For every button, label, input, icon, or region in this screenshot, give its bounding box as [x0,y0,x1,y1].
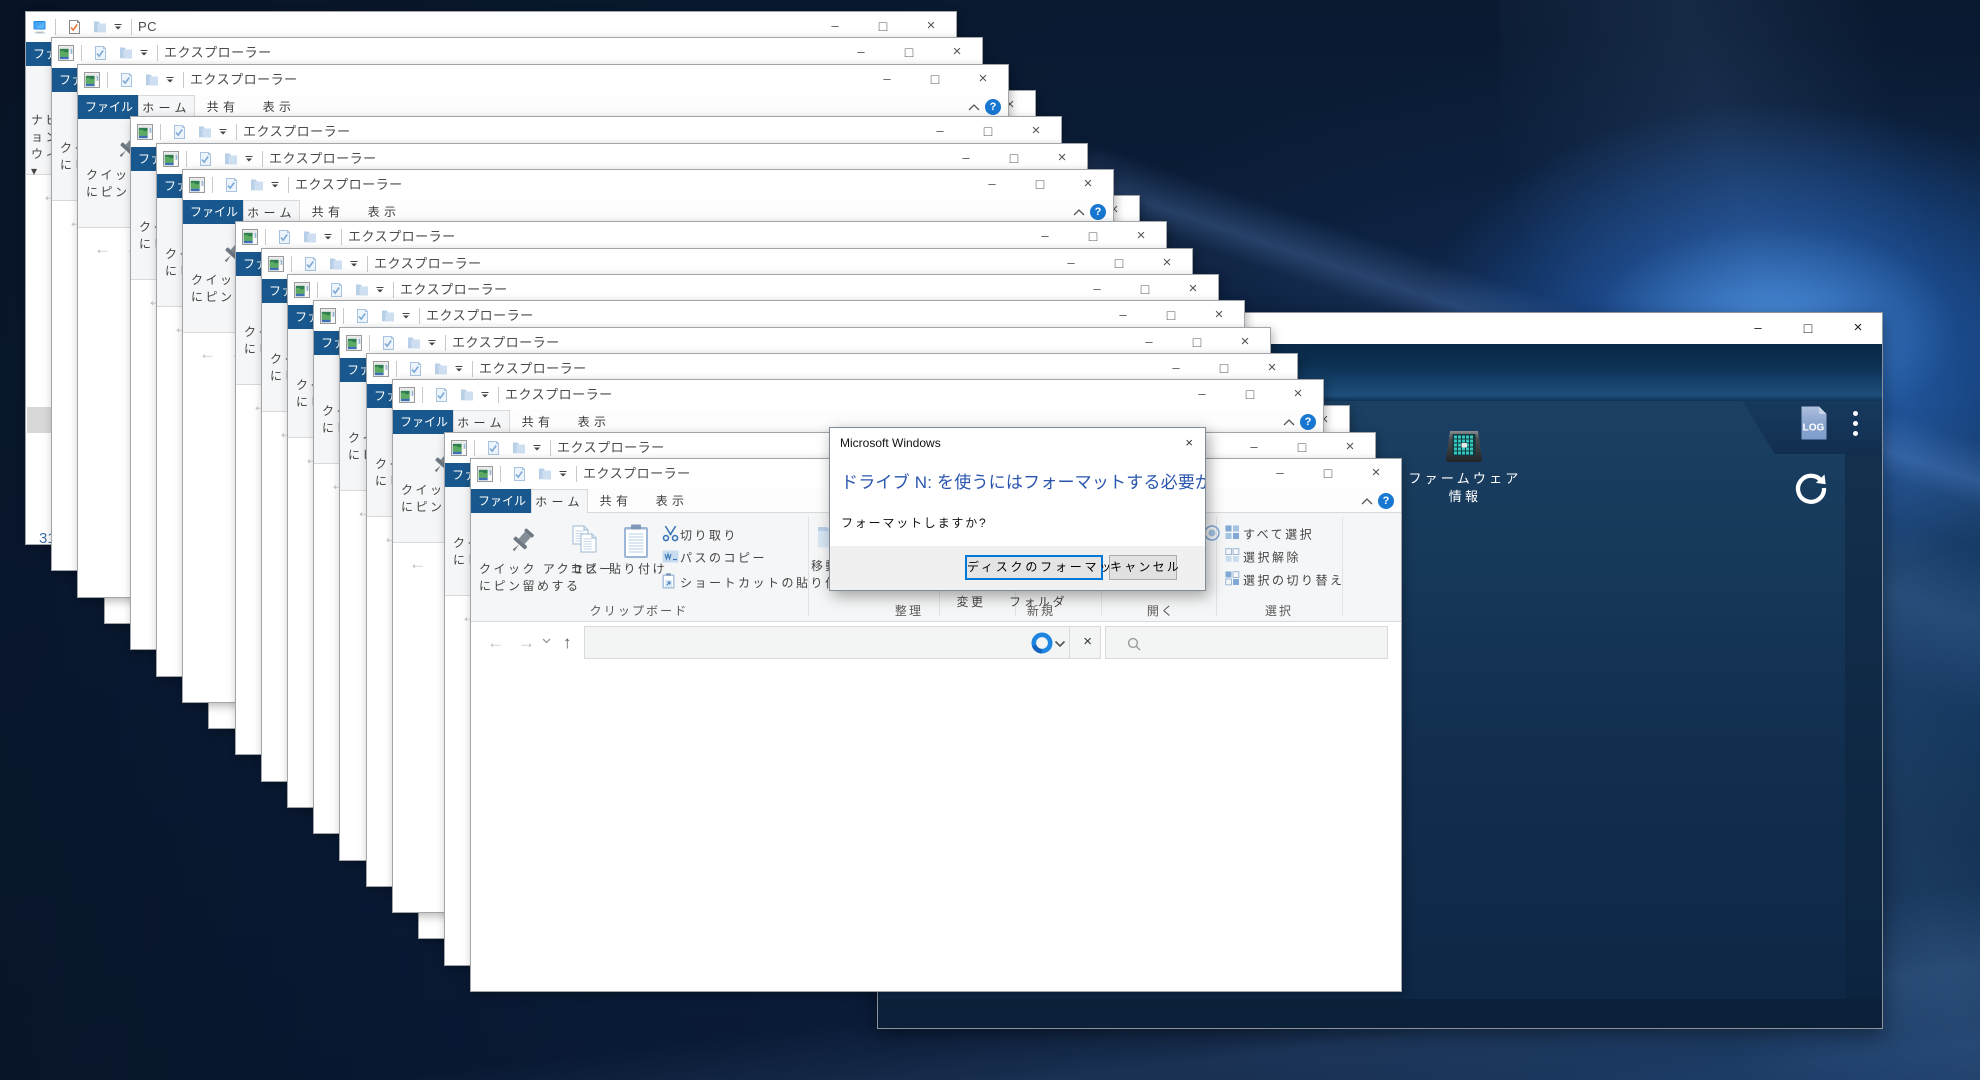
svg-text:LOG: LOG [1803,423,1825,434]
